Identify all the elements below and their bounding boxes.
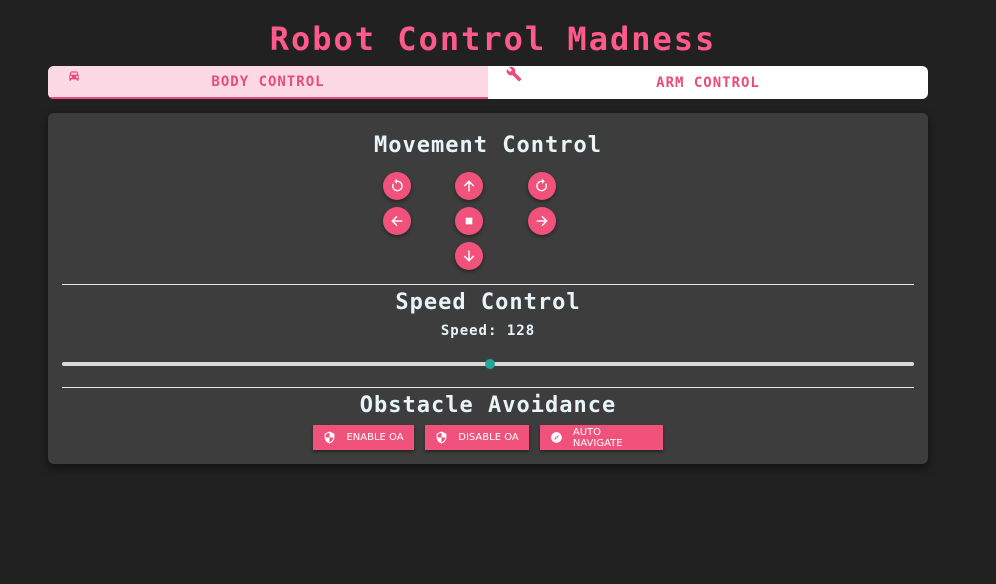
divider	[62, 284, 914, 285]
speed-slider[interactable]	[62, 359, 914, 369]
speed-value-label: Speed: 128	[440, 323, 536, 339]
rotate-right-button[interactable]	[528, 172, 556, 200]
enable-oa-button[interactable]: ENABLE OA	[313, 425, 414, 450]
app-title: Robot Control Madness	[269, 20, 717, 58]
move-forward-button[interactable]	[455, 172, 483, 200]
shield-icon	[325, 431, 335, 444]
disable-oa-label: DISABLE OA	[458, 432, 519, 443]
arrow-up-icon	[463, 180, 475, 192]
speed-slider-thumb[interactable]	[484, 359, 495, 369]
car-icon	[69, 71, 79, 81]
arrow-left-icon	[391, 215, 403, 227]
enable-oa-label: ENABLE OA	[346, 432, 404, 443]
move-right-button[interactable]	[528, 207, 556, 235]
speed-control-heading: Speed Control	[395, 290, 581, 315]
tab-body-control[interactable]: BODY CONTROL	[48, 66, 488, 99]
shield-icon	[436, 431, 447, 444]
movement-control-heading: Movement Control	[374, 133, 602, 158]
tab-body-control-label: BODY CONTROL	[211, 73, 325, 90]
arrow-down-icon	[463, 250, 475, 262]
move-left-button[interactable]	[383, 207, 411, 235]
stop-icon	[465, 217, 473, 225]
arrow-right-icon	[536, 215, 548, 227]
auto-navigate-button[interactable]: AUTO NAVIGATE	[540, 425, 663, 450]
tab-bar: BODY CONTROL ARM CONTROL	[48, 66, 928, 99]
rotate-left-icon	[392, 178, 403, 192]
stop-button[interactable]	[455, 207, 483, 235]
auto-navigate-label: AUTO NAVIGATE	[572, 426, 623, 449]
body-control-panel: Movement Control Speed Control Speed: 12…	[48, 113, 928, 464]
compass-icon	[551, 432, 562, 443]
wrench-icon	[506, 66, 522, 82]
rotate-left-button[interactable]	[383, 172, 411, 200]
divider	[62, 387, 914, 388]
move-backward-button[interactable]	[455, 242, 483, 270]
tab-arm-control-label: ARM CONTROL	[656, 74, 760, 91]
rotate-right-icon	[536, 178, 547, 192]
disable-oa-button[interactable]: DISABLE OA	[425, 425, 529, 450]
obstacle-avoidance-heading: Obstacle Avoidance	[359, 393, 617, 418]
tab-arm-control[interactable]: ARM CONTROL	[488, 66, 928, 99]
